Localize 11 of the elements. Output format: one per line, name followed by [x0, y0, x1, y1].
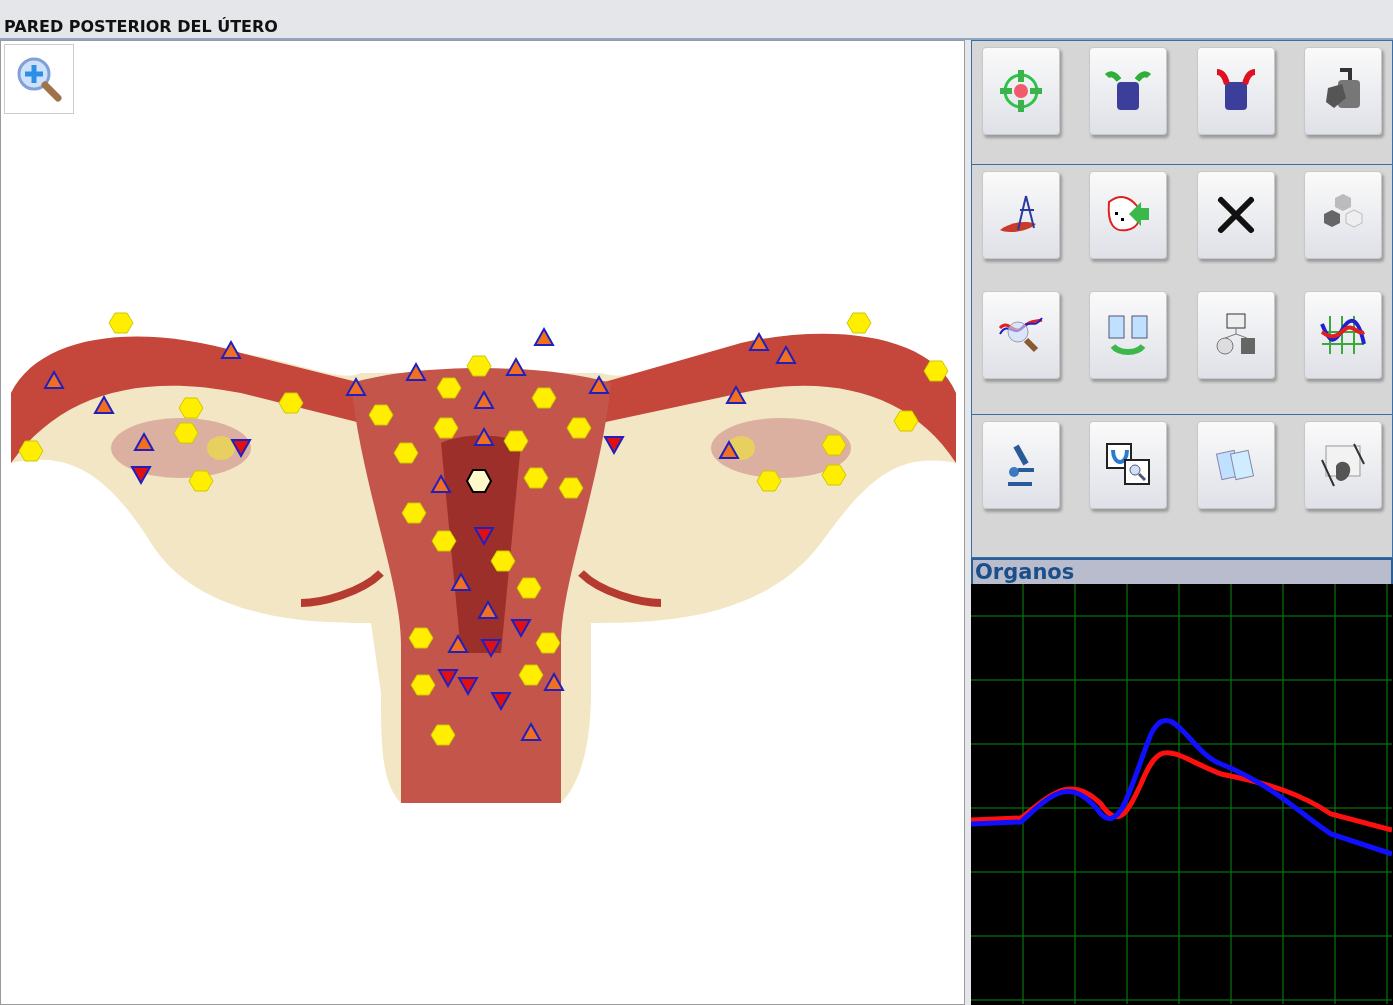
toolbar-button[interactable] — [1304, 291, 1382, 379]
window-title: PARED POSTERIOR DEL ÚTERO — [4, 19, 278, 35]
toolbar-button[interactable] — [1196, 171, 1275, 259]
zoom-in-button[interactable] — [4, 44, 74, 114]
toolbar-button[interactable] — [1304, 47, 1382, 135]
toolbar-button[interactable] — [1089, 47, 1168, 135]
toolbar-button[interactable] — [982, 421, 1060, 509]
toolbar-button[interactable] — [1196, 47, 1275, 135]
panel-title: Organos — [975, 560, 1075, 584]
toolbar-button[interactable] — [1089, 421, 1168, 509]
toolbar-button[interactable] — [1304, 421, 1382, 509]
